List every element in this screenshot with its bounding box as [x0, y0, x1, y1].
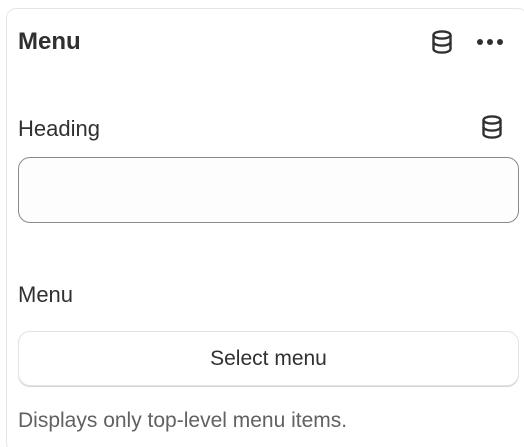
heading-input[interactable] [18, 157, 519, 223]
more-horizontal-icon[interactable] [476, 28, 504, 56]
header-actions [428, 28, 504, 56]
menu-help-text: Displays only top-level menu items. [18, 409, 348, 432]
dynamic-source-icon[interactable] [428, 28, 456, 56]
heading-label: Heading [18, 116, 100, 141]
panel-header: Menu [18, 22, 504, 62]
menu-label: Menu [18, 282, 74, 307]
panel-title: Menu [18, 28, 81, 55]
select-menu-button[interactable]: Select menu [18, 331, 519, 386]
heading-dynamic-source-icon[interactable] [478, 113, 506, 141]
